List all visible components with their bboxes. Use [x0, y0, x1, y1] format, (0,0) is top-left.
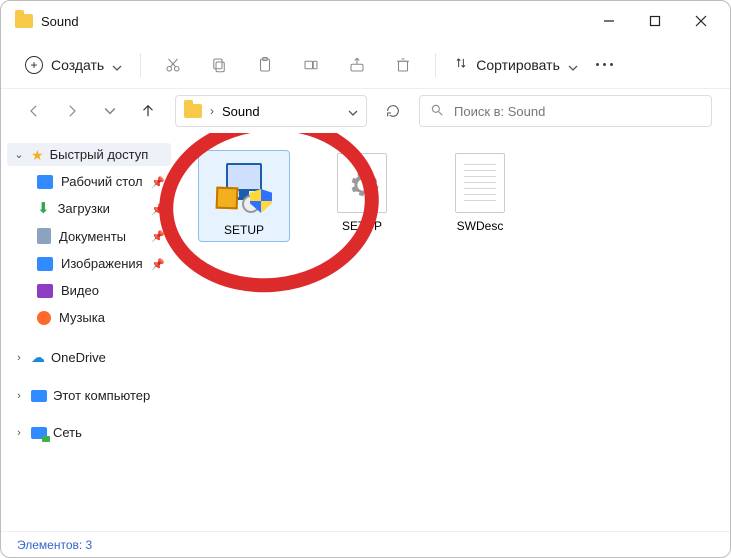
star-icon: ★: [31, 148, 44, 162]
file-item[interactable]: SETUP: [199, 151, 289, 241]
window-controls: [586, 5, 724, 37]
video-icon: [37, 284, 53, 298]
pin-icon: 📌: [151, 203, 165, 216]
delete-button[interactable]: [383, 49, 423, 81]
sidebar-item-label: Видео: [61, 283, 99, 298]
sidebar-item-documents[interactable]: Документы 📌: [3, 222, 175, 250]
search-icon: [430, 103, 444, 120]
cut-button[interactable]: [153, 49, 193, 81]
sort-button[interactable]: Сортировать: [448, 52, 584, 77]
sort-button-label: Сортировать: [476, 57, 560, 73]
status-bar: Элементов: 3: [1, 531, 730, 557]
forward-button[interactable]: [57, 96, 87, 126]
chevron-down-icon: ⌄: [13, 148, 25, 161]
file-list: SETUP SETUP: [179, 133, 730, 531]
sidebar-item-label: Сеть: [53, 425, 82, 440]
sidebar-item-videos[interactable]: Видео: [3, 277, 175, 304]
file-label: SETUP: [342, 219, 382, 233]
sidebar-item-desktop[interactable]: Рабочий стол 📌: [3, 168, 175, 195]
plus-icon: +: [25, 56, 43, 74]
share-button[interactable]: [337, 49, 377, 81]
download-icon: ⬇: [37, 201, 50, 216]
pin-icon: 📌: [151, 176, 165, 189]
close-button[interactable]: [678, 5, 724, 37]
file-item[interactable]: SETUP: [317, 151, 407, 241]
sidebar-item-label: Этот компьютер: [53, 388, 150, 403]
sidebar-item-onedrive[interactable]: › ☁ OneDrive: [3, 343, 175, 372]
sort-icon: [454, 56, 468, 73]
status-text: Элементов: 3: [17, 538, 92, 552]
text-file-icon: [448, 151, 512, 215]
sidebar-item-label: Музыка: [59, 310, 105, 325]
breadcrumb[interactable]: › Sound: [175, 95, 367, 127]
refresh-button[interactable]: [375, 103, 411, 119]
more-button[interactable]: [596, 63, 613, 66]
toolbar: + Создать: [1, 41, 730, 89]
sidebar-item-network[interactable]: › Сеть: [3, 419, 175, 446]
music-icon: [37, 311, 51, 325]
titlebar: Sound: [1, 1, 730, 41]
folder-icon: [184, 104, 202, 118]
chevron-right-icon: ›: [13, 352, 25, 364]
new-button-label: Создать: [51, 57, 104, 73]
rename-button[interactable]: [291, 49, 331, 81]
config-file-icon: [330, 151, 394, 215]
separator: [140, 53, 141, 77]
folder-icon: [15, 14, 33, 28]
pc-icon: [31, 390, 47, 402]
chevron-down-icon: [568, 60, 578, 70]
sidebar-item-label: Загрузки: [58, 201, 110, 216]
sidebar-item-label: Документы: [59, 229, 126, 244]
new-button[interactable]: + Создать: [19, 52, 128, 78]
body: ⌄ ★ Быстрый доступ Рабочий стол 📌 ⬇ Загр…: [1, 133, 730, 531]
maximize-button[interactable]: [632, 5, 678, 37]
pin-icon: 📌: [151, 230, 165, 243]
gear-icon: [346, 168, 380, 202]
sidebar-item-downloads[interactable]: ⬇ Загрузки 📌: [3, 195, 175, 222]
window-title: Sound: [41, 14, 79, 29]
chevron-right-icon: ›: [210, 104, 214, 118]
sidebar-quick-access[interactable]: ⌄ ★ Быстрый доступ: [7, 143, 171, 166]
file-label: SETUP: [224, 223, 264, 237]
search-placeholder: Поиск в: Sound: [454, 104, 545, 119]
sidebar-item-music[interactable]: Музыка: [3, 304, 175, 331]
sidebar-item-label: Изображения: [61, 256, 143, 271]
file-label: SWDesc: [457, 219, 504, 233]
sidebar-item-label: Рабочий стол: [61, 174, 143, 189]
pictures-icon: [37, 257, 53, 271]
sidebar-item-pictures[interactable]: Изображения 📌: [3, 250, 175, 277]
up-button[interactable]: [133, 96, 163, 126]
desktop-icon: [37, 175, 53, 189]
sidebar: ⌄ ★ Быстрый доступ Рабочий стол 📌 ⬇ Загр…: [1, 133, 179, 531]
file-item[interactable]: SWDesc: [435, 151, 525, 241]
copy-button[interactable]: [199, 49, 239, 81]
separator: [435, 53, 436, 77]
chevron-down-icon[interactable]: [348, 106, 358, 116]
navbar: › Sound Поиск в: Sound: [1, 89, 730, 133]
installer-exe-icon: [212, 155, 276, 219]
cloud-icon: ☁: [31, 349, 45, 366]
minimize-button[interactable]: [586, 5, 632, 37]
breadcrumb-current: Sound: [222, 104, 260, 119]
document-icon: [37, 228, 51, 244]
sidebar-item-label: Быстрый доступ: [50, 147, 149, 162]
network-icon: [31, 427, 47, 439]
search-input[interactable]: Поиск в: Sound: [419, 95, 712, 127]
explorer-window: Sound + Создать: [0, 0, 731, 558]
chevron-down-icon: [112, 60, 122, 70]
sidebar-item-label: OneDrive: [51, 350, 106, 365]
chevron-right-icon: ›: [13, 390, 25, 402]
back-button[interactable]: [19, 96, 49, 126]
recent-locations-button[interactable]: [95, 96, 125, 126]
pin-icon: 📌: [151, 258, 165, 271]
paste-button[interactable]: [245, 49, 285, 81]
chevron-right-icon: ›: [13, 427, 25, 439]
sidebar-item-this-pc[interactable]: › Этот компьютер: [3, 382, 175, 409]
